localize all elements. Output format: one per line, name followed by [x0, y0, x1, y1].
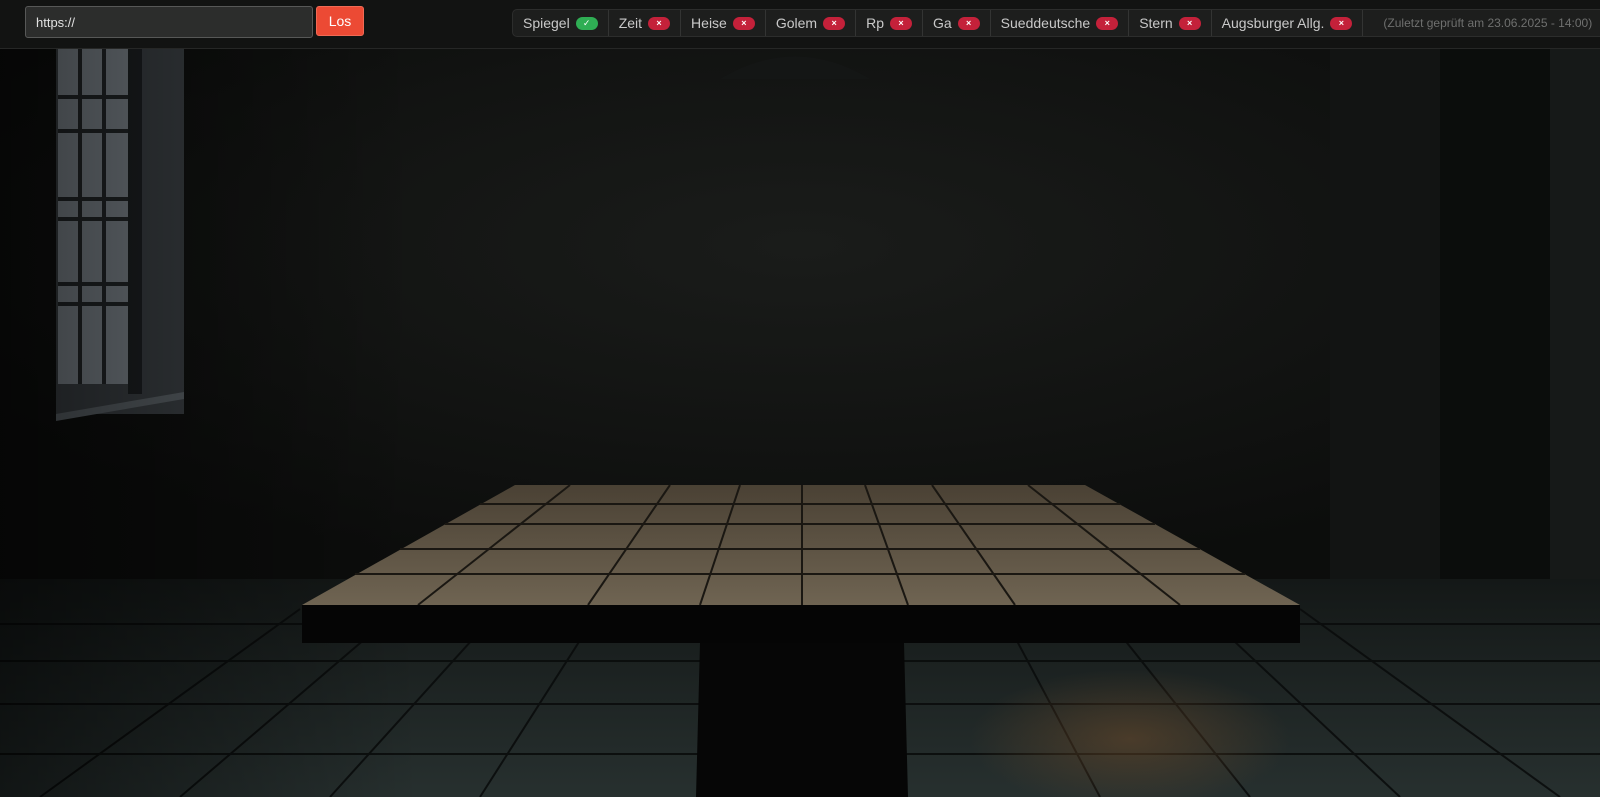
close-icon: × — [889, 16, 912, 30]
room-illustration — [0, 49, 1600, 797]
close-icon: × — [957, 16, 980, 30]
source-item-stern[interactable]: Stern × — [1129, 10, 1212, 36]
go-button[interactable]: Los — [316, 6, 364, 36]
source-label: Sueddeutsche — [1000, 15, 1091, 31]
close-icon: × — [1178, 16, 1201, 30]
close-icon: × — [1330, 16, 1353, 30]
source-item-rp[interactable]: Rp × — [856, 10, 923, 36]
source-status-list: Spiegel ✓ Zeit × Heise × Golem × Rp × Ga… — [512, 9, 1600, 37]
url-input[interactable] — [25, 6, 313, 38]
source-label: Spiegel — [523, 15, 570, 31]
source-item-augsburger-allg[interactable]: Augsburger Allg. × — [1212, 10, 1364, 36]
source-label: Rp — [866, 15, 884, 31]
source-label: Zeit — [618, 15, 643, 31]
source-label: Ga — [932, 15, 952, 31]
close-icon: × — [1096, 16, 1119, 30]
source-item-heise[interactable]: Heise × — [681, 10, 766, 36]
source-item-sueddeutsche[interactable]: Sueddeutsche × — [991, 10, 1130, 36]
source-label: Stern — [1139, 15, 1173, 31]
background-room-image — [0, 49, 1600, 797]
source-item-ga[interactable]: Ga × — [923, 10, 991, 36]
close-icon: × — [732, 16, 755, 30]
source-label: Heise — [691, 15, 727, 31]
close-icon: × — [648, 16, 671, 30]
close-icon: × — [823, 16, 846, 30]
top-toolbar: Los Spiegel ✓ Zeit × Heise × Golem × Rp … — [0, 0, 1600, 49]
source-item-golem[interactable]: Golem × — [766, 10, 857, 36]
source-item-zeit[interactable]: Zeit × — [609, 10, 682, 36]
check-icon: ✓ — [575, 16, 598, 30]
last-checked-timestamp: (Zuletzt geprüft am 23.06.2025 - 14:00) — [1383, 16, 1593, 30]
source-label: Augsburger Allg. — [1221, 15, 1325, 31]
source-label: Golem — [775, 15, 818, 31]
source-item-spiegel[interactable]: Spiegel ✓ — [513, 10, 609, 36]
